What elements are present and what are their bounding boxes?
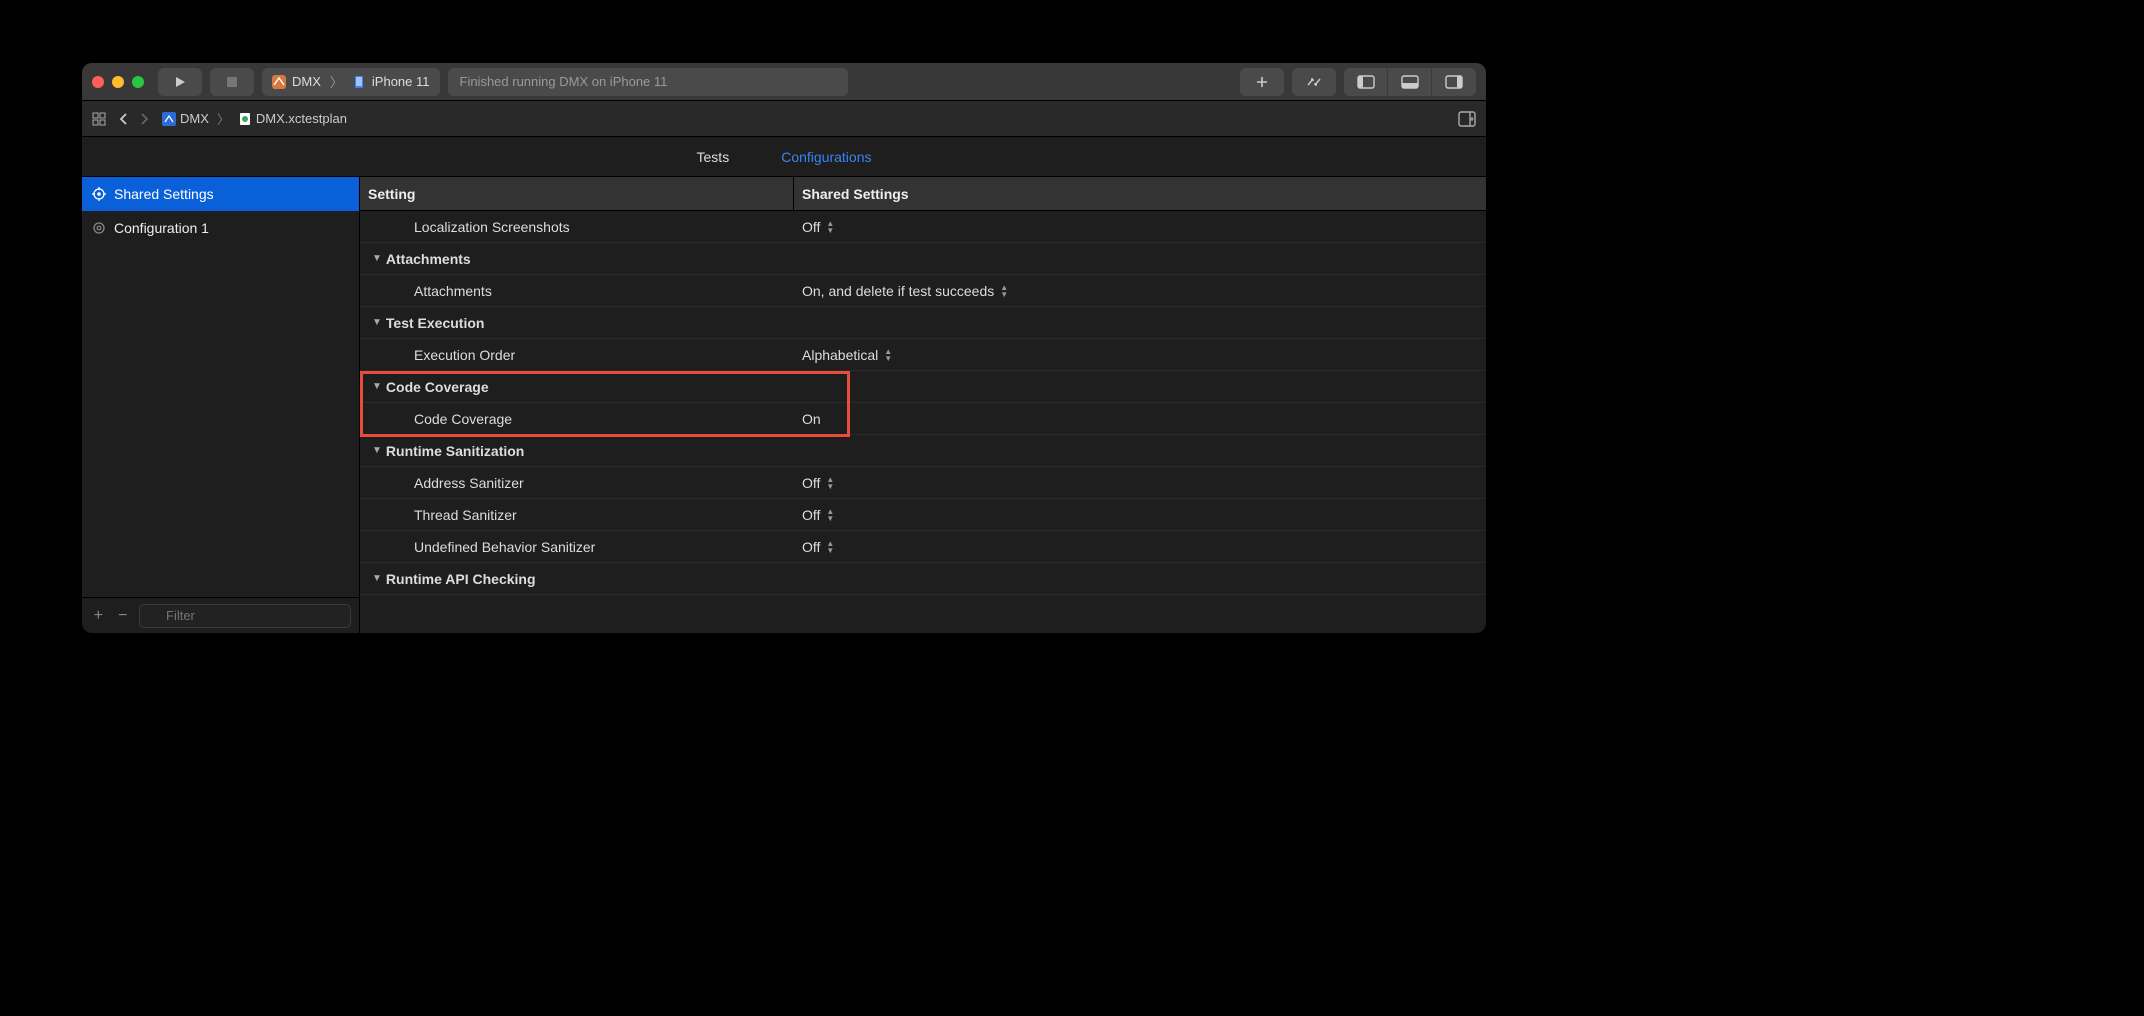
xcode-window: DMX 〉 iPhone 11 Finished running DMX on …: [82, 63, 1486, 633]
add-button[interactable]: [1240, 68, 1284, 96]
setting-value: Off: [802, 475, 820, 491]
disclosure-triangle-icon: ▼: [372, 317, 382, 328]
testplan-file-icon: [238, 112, 252, 126]
group-label: Runtime Sanitization: [386, 443, 524, 459]
filter-wrap: [139, 604, 351, 628]
toggle-debug-area-button[interactable]: [1388, 68, 1432, 96]
up-down-icon: ▲▼: [826, 476, 834, 490]
row-attachments[interactable]: Attachments On, and delete if test succe…: [360, 275, 1486, 307]
sidebar-item-configuration-1[interactable]: Configuration 1: [82, 211, 359, 245]
setting-label: Thread Sanitizer: [360, 507, 794, 523]
scheme-selector[interactable]: DMX 〉 iPhone 11: [262, 68, 440, 96]
toggle-navigator-button[interactable]: [1344, 68, 1388, 96]
back-button[interactable]: [118, 112, 128, 126]
related-items-icon[interactable]: [92, 112, 106, 126]
activity-status[interactable]: Finished running DMX on iPhone 11: [448, 68, 848, 96]
add-editor-button[interactable]: [1458, 111, 1476, 127]
disclosure-triangle-icon: ▼: [372, 253, 382, 264]
up-down-icon: ▲▼: [826, 540, 834, 554]
tab-tests[interactable]: Tests: [697, 149, 730, 165]
setting-label: Localization Screenshots: [360, 219, 794, 235]
filter-input[interactable]: [139, 604, 351, 628]
app-icon: [272, 75, 286, 89]
close-window-button[interactable]: [92, 76, 104, 88]
group-label: Code Coverage: [386, 379, 489, 395]
up-down-icon: ▲▼: [884, 348, 892, 362]
group-runtime-sanitization[interactable]: ▼ Runtime Sanitization: [360, 435, 1486, 467]
gear-icon: [92, 187, 106, 201]
gear-outline-icon: [92, 221, 106, 235]
setting-label: Execution Order: [360, 347, 794, 363]
config-sidebar: Shared Settings Configuration 1 + −: [82, 177, 360, 633]
row-execution-order[interactable]: Execution Order Alphabetical ▲▼: [360, 339, 1486, 371]
remove-config-button[interactable]: −: [115, 607, 132, 625]
setting-value: On, and delete if test succeeds: [802, 283, 994, 299]
settings-table: Setting Shared Settings Localization Scr…: [360, 177, 1486, 633]
scheme-app-name: DMX: [292, 74, 321, 89]
group-runtime-api-checking[interactable]: ▼ Runtime API Checking: [360, 563, 1486, 595]
minimize-window-button[interactable]: [112, 76, 124, 88]
group-code-coverage[interactable]: ▼ Code Coverage: [360, 371, 1486, 403]
setting-label: Undefined Behavior Sanitizer: [360, 539, 794, 555]
disclosure-triangle-icon: ▼: [372, 573, 382, 584]
group-label: Runtime API Checking: [386, 571, 536, 587]
up-down-icon: ▲▼: [1000, 284, 1008, 298]
disclosure-triangle-icon: ▼: [372, 381, 382, 392]
project-icon: [162, 112, 176, 126]
setting-value: On: [802, 411, 821, 427]
chevron-right-icon: 〉: [327, 72, 346, 91]
titlebar: DMX 〉 iPhone 11 Finished running DMX on …: [82, 63, 1486, 101]
setting-value: Off: [802, 539, 820, 555]
run-button[interactable]: [158, 68, 202, 96]
row-undefined-behavior-sanitizer[interactable]: Undefined Behavior Sanitizer Off ▲▼: [360, 531, 1486, 563]
group-label: Test Execution: [386, 315, 485, 331]
row-localization-screenshots[interactable]: Localization Screenshots Off ▲▼: [360, 211, 1486, 243]
sidebar-item-label: Configuration 1: [114, 220, 209, 236]
table-header: Setting Shared Settings: [360, 177, 1486, 211]
toolbar-right: [1240, 68, 1476, 96]
table-body[interactable]: Localization Screenshots Off ▲▼ ▼ Attachm…: [360, 211, 1486, 633]
toggle-inspectors-button[interactable]: [1432, 68, 1476, 96]
setting-label: Address Sanitizer: [360, 475, 794, 491]
content-area: Shared Settings Configuration 1 + −: [82, 177, 1486, 633]
tab-configurations[interactable]: Configurations: [781, 149, 871, 165]
config-list: Shared Settings Configuration 1: [82, 177, 359, 597]
path-bar: DMX 〉 DMX.xctestplan: [82, 101, 1486, 137]
chevron-right-icon: 〉: [213, 109, 234, 128]
up-down-icon: ▲▼: [826, 220, 834, 234]
breadcrumb[interactable]: DMX 〉 DMX.xctestplan: [162, 109, 347, 128]
stop-button[interactable]: [210, 68, 254, 96]
setting-value: Off: [802, 219, 820, 235]
disclosure-triangle-icon: ▼: [372, 445, 382, 456]
sidebar-item-shared-settings[interactable]: Shared Settings: [82, 177, 359, 211]
setting-value: Off: [802, 507, 820, 523]
sidebar-item-label: Shared Settings: [114, 186, 214, 202]
group-test-execution[interactable]: ▼ Test Execution: [360, 307, 1486, 339]
setting-label: Code Coverage: [360, 411, 794, 427]
row-thread-sanitizer[interactable]: Thread Sanitizer Off ▲▼: [360, 499, 1486, 531]
up-down-icon: ▲▼: [826, 508, 834, 522]
status-text: Finished running DMX on iPhone 11: [460, 74, 668, 89]
sidebar-footer: + −: [82, 597, 359, 633]
window-controls: [92, 76, 150, 88]
code-review-button[interactable]: [1292, 68, 1336, 96]
column-header-shared[interactable]: Shared Settings: [794, 177, 1486, 210]
breadcrumb-project: DMX: [180, 111, 209, 126]
row-code-coverage[interactable]: Code Coverage On: [360, 403, 1486, 435]
testplan-tabs: Tests Configurations: [82, 137, 1486, 177]
row-address-sanitizer[interactable]: Address Sanitizer Off ▲▼: [360, 467, 1486, 499]
add-config-button[interactable]: +: [90, 607, 107, 625]
zoom-window-button[interactable]: [132, 76, 144, 88]
group-attachments[interactable]: ▼ Attachments: [360, 243, 1486, 275]
forward-button[interactable]: [140, 112, 150, 126]
scheme-device-name: iPhone 11: [372, 74, 430, 89]
column-header-setting[interactable]: Setting: [360, 177, 794, 210]
panel-toggle-group: [1344, 68, 1476, 96]
setting-label: Attachments: [360, 283, 794, 299]
device-icon: [352, 75, 366, 89]
group-label: Attachments: [386, 251, 471, 267]
setting-value: Alphabetical: [802, 347, 878, 363]
history-nav: [118, 112, 150, 126]
breadcrumb-file: DMX.xctestplan: [256, 111, 347, 126]
